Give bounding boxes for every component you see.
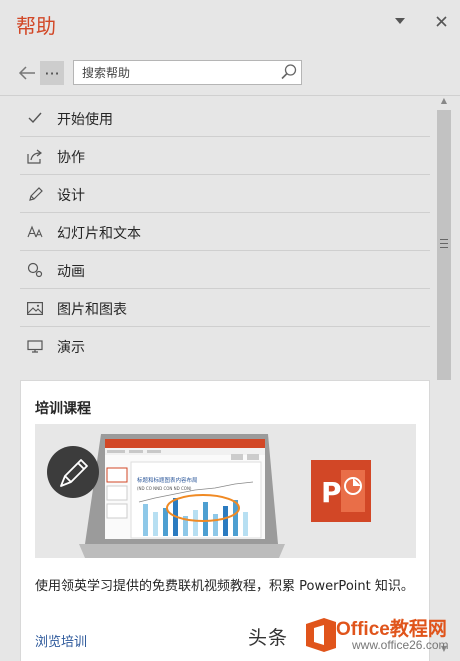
scroll-up-arrow[interactable]: ▲ <box>436 93 452 107</box>
topic-label: 开始使用 <box>57 112 113 128</box>
scrollbar-thumb[interactable] <box>437 110 451 380</box>
topic-animation[interactable]: 动画 <box>20 251 430 289</box>
topic-label: 协作 <box>57 150 85 166</box>
topic-getting-started[interactable]: 开始使用 <box>20 99 430 137</box>
office-site-name: Office教程网 <box>336 619 447 640</box>
training-illustration: 标题和标题图表内容布局 (ND CO NND CON ND CON) P <box>35 424 416 558</box>
watermark: 头条 Office教程网 www.office26.com <box>240 612 460 661</box>
scrollbar-grip <box>440 239 448 248</box>
caret-down-icon <box>395 18 405 24</box>
search-input[interactable] <box>82 64 272 81</box>
office-logo-icon <box>306 618 336 652</box>
help-topics-list: 开始使用 协作 设计 幻灯片和文本 动画 图片和图表 演示 <box>20 99 430 365</box>
topic-collaborate[interactable]: 协作 <box>20 137 430 175</box>
pane-title: 帮助 <box>16 14 56 38</box>
topic-label: 演示 <box>57 340 85 356</box>
more-options-button[interactable]: ··· <box>40 61 64 85</box>
topic-label: 图片和图表 <box>57 302 127 318</box>
training-title: 培训课程 <box>35 401 91 417</box>
topic-pictures-and-charts[interactable]: 图片和图表 <box>20 289 430 327</box>
topic-label: 动画 <box>57 264 85 280</box>
more-label: ··· <box>44 63 60 83</box>
search-icon[interactable] <box>280 63 298 81</box>
pen-circle <box>47 446 99 498</box>
toutiao-watermark-text: 头条 <box>248 627 289 649</box>
topic-label: 设计 <box>57 188 85 204</box>
font-size-icon <box>26 223 44 241</box>
back-button[interactable] <box>16 61 38 85</box>
slide-title: 标题和标题图表内容布局 <box>137 476 198 484</box>
close-button[interactable] <box>430 10 452 32</box>
topic-design[interactable]: 设计 <box>20 175 430 213</box>
close-icon <box>435 15 447 27</box>
arrow-left-icon <box>18 66 35 80</box>
task-pane-header: 帮助 <box>0 0 460 46</box>
svg-text:P: P <box>321 476 342 509</box>
topic-slides-and-text[interactable]: 幻灯片和文本 <box>20 213 430 251</box>
pencil-icon <box>26 185 44 203</box>
header-divider <box>0 95 460 96</box>
slide-subtitle: (ND CO NND CON ND CON) <box>137 486 192 491</box>
topic-present[interactable]: 演示 <box>20 327 430 365</box>
monitor-icon <box>26 337 44 355</box>
topic-label: 幻灯片和文本 <box>57 226 141 242</box>
search-box <box>73 60 302 85</box>
help-navigation: ··· <box>0 58 460 88</box>
office-site-url: www.office26.com <box>352 638 449 652</box>
picture-icon <box>26 299 44 317</box>
animation-icon <box>26 261 44 279</box>
checkmark-icon <box>26 109 44 127</box>
browse-training-link[interactable]: 浏览培训 <box>35 631 87 650</box>
task-pane-options-button[interactable] <box>389 10 411 32</box>
share-icon <box>26 147 44 165</box>
training-description: 使用领英学习提供的免费联机视频教程，积累 PowerPoint 知识。 <box>35 579 414 594</box>
